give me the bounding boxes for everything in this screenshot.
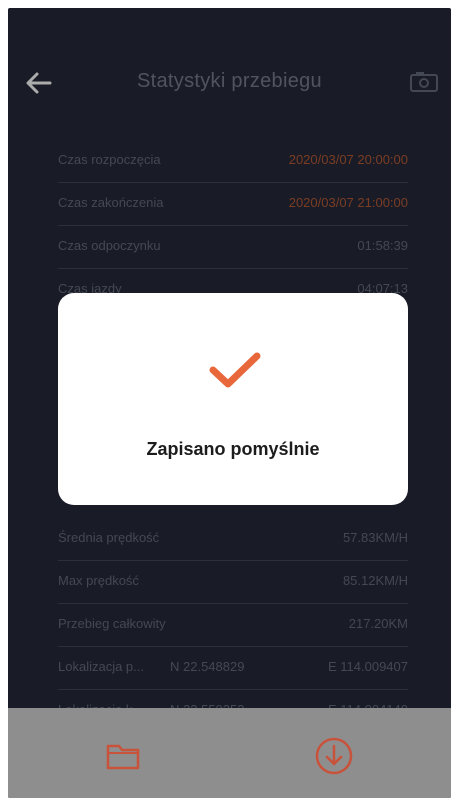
- folder-icon[interactable]: [106, 742, 140, 770]
- dialog-message: Zapisano pomyślnie: [146, 439, 320, 459]
- bottom-toolbar: [8, 708, 451, 798]
- app-screen: Statystyki przebiegu Czas rozpoczęcia 20…: [8, 8, 451, 798]
- success-dialog: Zapisano pomyślnie: [58, 293, 408, 505]
- checkmark-icon: [209, 352, 261, 388]
- download-icon[interactable]: [314, 736, 354, 776]
